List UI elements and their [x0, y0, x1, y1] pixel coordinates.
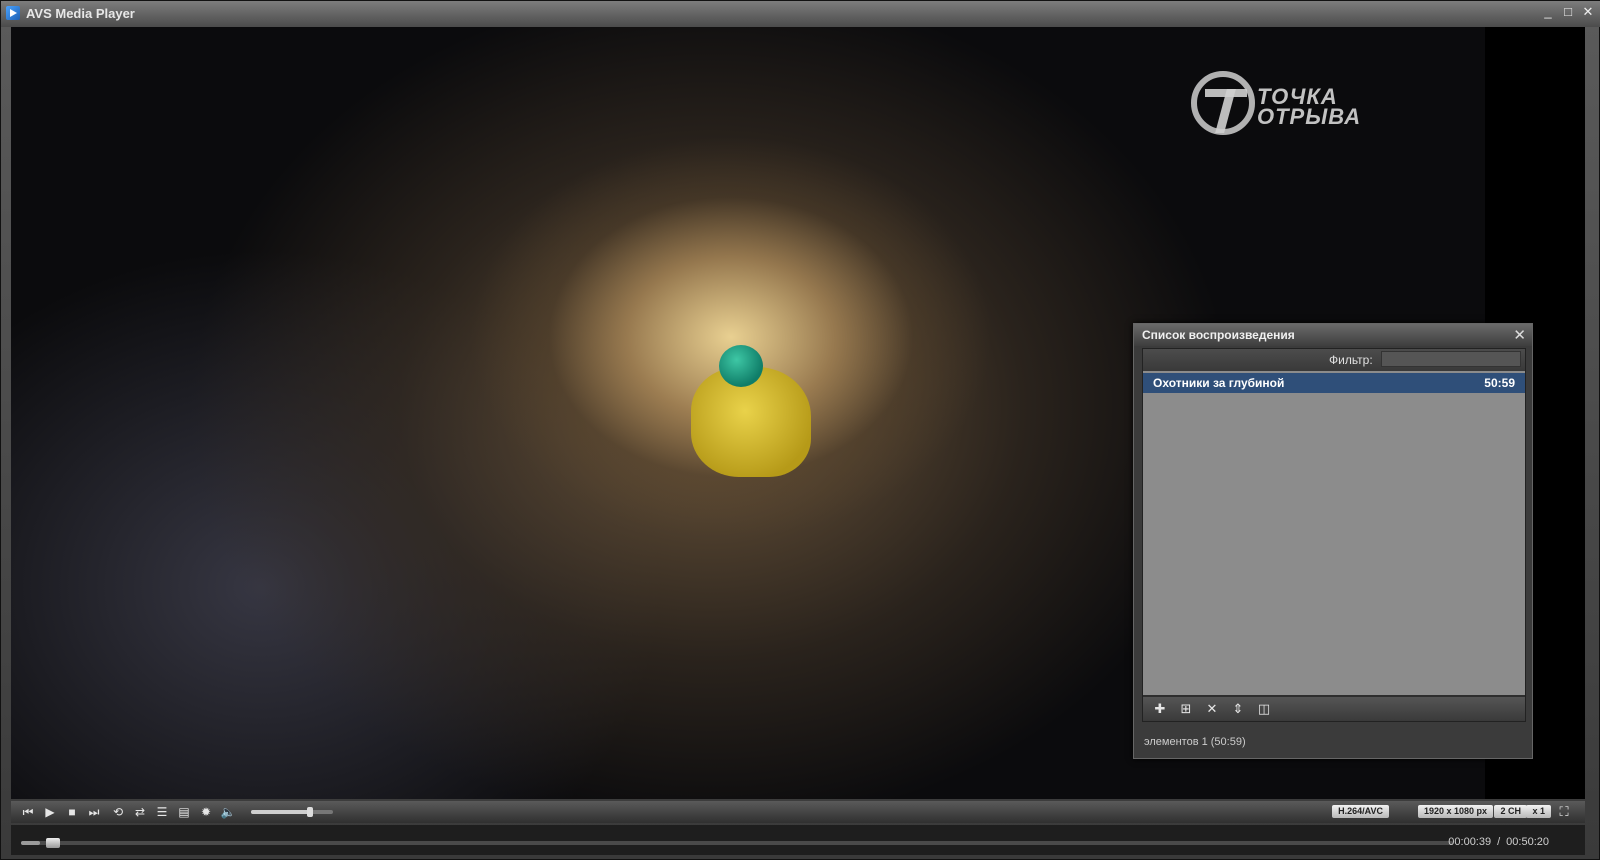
close-button[interactable]: ✕	[1581, 5, 1595, 19]
play-icon[interactable]: ▶	[41, 803, 59, 821]
playlist-panel: Список воспроизведения ✕ Фильтр: Охотник…	[1133, 323, 1533, 759]
video-subject	[691, 327, 811, 477]
filter-input[interactable]	[1381, 351, 1521, 367]
playlist-item-duration: 50:59	[1484, 376, 1515, 390]
app-logo-icon	[6, 6, 20, 20]
playlist-close-icon[interactable]: ✕	[1513, 326, 1526, 344]
sort-icon[interactable]: ⇕	[1229, 700, 1247, 718]
volume-icon[interactable]: 🔈	[219, 803, 237, 821]
seek-row: 00:00:39 / 00:50:20	[11, 825, 1585, 855]
next-icon[interactable]: ⏭	[85, 803, 103, 821]
playlist-count: элементов 1 (50:59)	[1144, 736, 1246, 748]
time-current: 00:00:39	[1448, 836, 1492, 848]
channel-logo: ТОЧКА ОТРЫВА	[1191, 71, 1421, 151]
playlist-items: Охотники за глубиной 50:59	[1143, 371, 1525, 695]
volume-slider[interactable]	[251, 807, 333, 817]
repeat-icon[interactable]: ⟲	[109, 803, 127, 821]
remove-icon[interactable]: ✕	[1203, 700, 1221, 718]
time-separator: /	[1497, 836, 1501, 848]
title-bar[interactable]: AVS Media Player _ □ ✕	[1, 1, 1600, 27]
settings-icon[interactable]: ▤	[175, 803, 193, 821]
minimize-button[interactable]: _	[1541, 5, 1555, 19]
control-bar: ⏮ ▶ ■ ⏭ ⟲ ⇄ ☰ ▤ ✹ 🔈 H.264/AVC 1920 x 108…	[11, 801, 1585, 823]
stop-icon[interactable]: ■	[63, 803, 81, 821]
codec-badge: H.264/AVC	[1332, 805, 1389, 818]
playlist-title: Список воспроизведения	[1142, 328, 1295, 342]
window-controls: _ □ ✕	[1541, 5, 1595, 19]
view-toggle-icon[interactable]: ◫	[1255, 700, 1273, 718]
effects-icon[interactable]: ✹	[197, 803, 215, 821]
shuffle-icon[interactable]: ⇄	[131, 803, 149, 821]
window-title: AVS Media Player	[26, 6, 135, 21]
add-folder-icon[interactable]: ⊞	[1177, 700, 1195, 718]
playlist-toggle-icon[interactable]: ☰	[153, 803, 171, 821]
filter-label: Фильтр:	[1329, 353, 1373, 367]
channels-badge: 2 CH	[1494, 805, 1527, 818]
filter-bar: Фильтр:	[1143, 349, 1525, 371]
speed-badge[interactable]: x 1	[1526, 805, 1551, 818]
volume-fill	[251, 810, 311, 814]
seek-knob[interactable]	[45, 838, 60, 848]
fullscreen-icon[interactable]: ⛶	[1555, 803, 1573, 821]
subject-helmet	[719, 345, 763, 387]
add-icon[interactable]: ✚	[1151, 700, 1169, 718]
playlist-item-title: Охотники за глубиной	[1153, 376, 1285, 390]
time-display: 00:00:39 / 00:50:20	[1448, 836, 1549, 848]
logo-text: ТОЧКА ОТРЫВА	[1257, 86, 1362, 129]
playlist-item[interactable]: Охотники за глубиной 50:59	[1143, 373, 1525, 393]
playlist-toolbar: ✚ ⊞ ✕ ⇕ ◫	[1143, 697, 1525, 721]
playlist-title-bar[interactable]: Список воспроизведения ✕	[1134, 324, 1532, 346]
resolution-badge: 1920 x 1080 px	[1417, 805, 1493, 818]
time-total: 00:50:20	[1506, 836, 1549, 848]
playlist-body: Фильтр: Охотники за глубиной 50:59 ✚ ⊞ ✕…	[1142, 348, 1526, 722]
volume-knob[interactable]	[307, 807, 314, 817]
seek-bar[interactable]	[21, 838, 1453, 848]
logo-text-line2: ОТРЫВА	[1257, 104, 1362, 129]
maximize-button[interactable]: □	[1561, 5, 1575, 19]
app-window: AVS Media Player _ □ ✕ ТОЧКА ОТРЫВА Спис…	[0, 0, 1600, 860]
seek-fill	[21, 841, 40, 845]
previous-icon[interactable]: ⏮	[19, 803, 37, 821]
